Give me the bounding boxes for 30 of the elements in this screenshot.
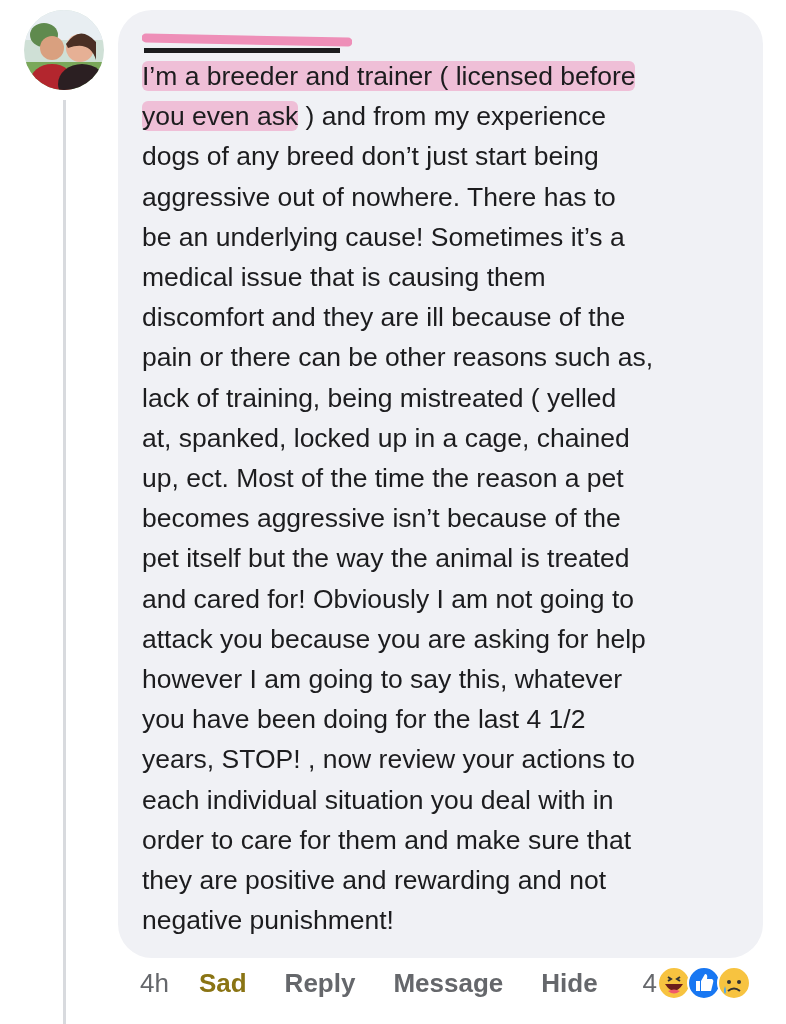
comment-text-line: dogs of any breed don’t just start being [142, 140, 600, 174]
comment-text-line: up, ect. Most of the time the reason a pet [142, 462, 625, 496]
thumbs-up-icon [687, 966, 721, 1001]
comment-text-line: order to care for them and make sure that [142, 823, 633, 857]
comment-text-line: becomes aggressive isn’t because of the [142, 502, 622, 536]
comment-text-line: be an underlying cause! Sometimes it’s a [142, 220, 626, 254]
comment-text-line: attack you because you are asking for help [142, 622, 647, 656]
comment-text-line: and cared for! Obviously I am not going to [142, 582, 635, 616]
action-link[interactable]: Sad [198, 967, 247, 999]
comment-text-line: pain or there can be other reasons such as, [142, 341, 655, 375]
comment-text-line: years, STOP! , now review your actions to [142, 743, 636, 777]
laughing-emoji-icon [657, 966, 691, 1001]
comment-text-line: you have been doing for the last 4 1/2 [142, 703, 587, 737]
comment-text-line: pet itself but the way the animal is treated [142, 542, 631, 576]
comment-text-line: each individual situation you deal with in [142, 783, 615, 817]
reaction-count: 4 [642, 967, 657, 999]
comment-text-line: medical issue that is causing them [142, 261, 547, 294]
comment-text-line: aggressive out of nowhere. There has to [142, 180, 617, 214]
comment-text-line: however I am going to say this, whatever [142, 663, 624, 697]
action-link[interactable]: Hide [541, 967, 598, 999]
comment-text-line: discomfort and they are ill because of the [142, 301, 627, 335]
comment-text-line: negative punishment! [142, 904, 395, 938]
comment-text-line: lack of training, being mistreated ( yelled [142, 381, 618, 415]
timestamp: 4h [140, 967, 169, 999]
comment-text-line: at, spanked, locked up in a cage, chained [142, 421, 631, 455]
action-link[interactable]: Reply [284, 967, 356, 999]
sad-emoji-icon [717, 966, 751, 1001]
action-link[interactable]: Message [393, 967, 504, 999]
comment-text-line: they are positive and rewarding and not [142, 864, 608, 898]
comment-text-line: you even ask ) and from my experience [142, 100, 607, 134]
